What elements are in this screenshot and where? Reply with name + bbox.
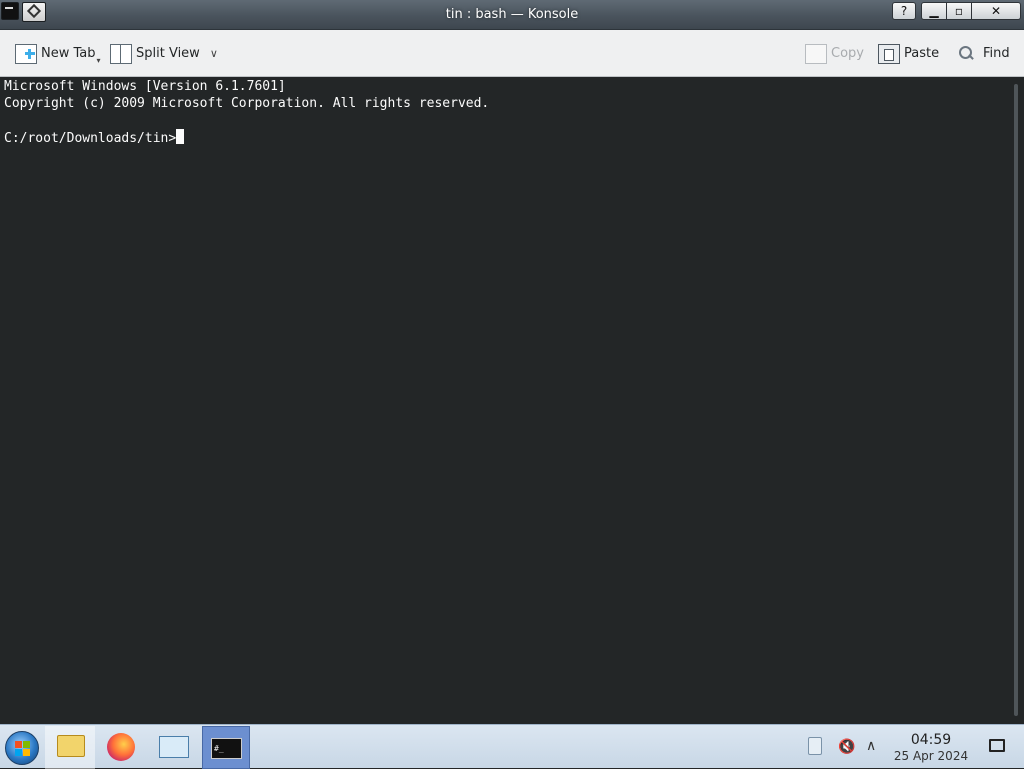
new-tab-icon — [15, 43, 37, 64]
firefox-icon — [107, 733, 135, 761]
taskbar-network-app[interactable] — [150, 726, 200, 769]
window-title: tin : bash — Konsole — [445, 7, 579, 22]
clock-time[interactable]: 04:59 — [893, 732, 969, 748]
taskbar: #_ 🔇 ∧ 04:59 25 Apr 2024 — [0, 724, 1024, 769]
new-tab-label: New Tab — [41, 46, 96, 61]
window-titlebar[interactable]: tin : bash — Konsole ? ▁ ▫ ✕ — [0, 0, 1024, 30]
split-view-label: Split View — [136, 46, 200, 61]
new-tab-button[interactable]: New Tab ▾ — [15, 30, 101, 77]
paste-button[interactable]: Paste — [878, 30, 939, 77]
terminal-scrollbar[interactable] — [1014, 84, 1018, 716]
main-toolbar: New Tab ▾ Split View ∨ Copy Paste Find — [0, 30, 1024, 77]
minimize-button[interactable]: ▁ — [921, 2, 947, 20]
copy-label: Copy — [831, 46, 864, 61]
new-tab-dropdown-icon[interactable]: ▾ — [97, 56, 101, 65]
search-icon — [957, 44, 979, 64]
copy-icon — [805, 43, 827, 64]
windows-logo-icon — [15, 741, 22, 748]
show-desktop-icon[interactable] — [989, 739, 1005, 752]
clipboard-tray-icon[interactable] — [808, 737, 822, 755]
network-computer-icon — [159, 736, 189, 758]
volume-muted-icon[interactable]: 🔇 — [838, 738, 856, 756]
taskbar-file-manager[interactable] — [45, 726, 95, 769]
terminal-icon: #_ — [211, 738, 242, 759]
help-button[interactable]: ? — [892, 2, 916, 20]
chevron-down-icon[interactable]: ∨ — [210, 47, 218, 60]
taskbar-konsole[interactable]: #_ — [202, 726, 250, 769]
text-cursor — [176, 129, 185, 144]
paste-icon — [878, 43, 900, 64]
split-view-icon — [110, 43, 132, 64]
copy-button[interactable]: Copy — [805, 30, 864, 77]
terminal-prompt: C:/root/Downloads/tin> — [4, 131, 177, 146]
maximize-button[interactable]: ▫ — [946, 2, 972, 20]
terminal-prompt-line: C:/root/Downloads/tin> — [4, 129, 1020, 146]
clock-date[interactable]: 25 Apr 2024 — [893, 749, 969, 763]
paste-label: Paste — [904, 46, 940, 61]
chevron-up-icon[interactable]: ∧ — [866, 738, 882, 754]
find-button[interactable]: Find — [957, 30, 1010, 77]
terminal-line: Microsoft Windows [Version 6.1.7601] — [4, 79, 286, 94]
taskbar-firefox[interactable] — [97, 726, 147, 769]
find-label: Find — [983, 46, 1010, 61]
folder-icon — [57, 735, 85, 757]
start-menu-button[interactable] — [5, 731, 39, 765]
terminal-area[interactable]: Microsoft Windows [Version 6.1.7601] Cop… — [0, 78, 1024, 724]
split-view-button[interactable]: Split View ∨ — [110, 30, 218, 77]
terminal-line: Copyright (c) 2009 Microsoft Corporation… — [4, 96, 490, 111]
close-button[interactable]: ✕ — [971, 2, 1021, 20]
